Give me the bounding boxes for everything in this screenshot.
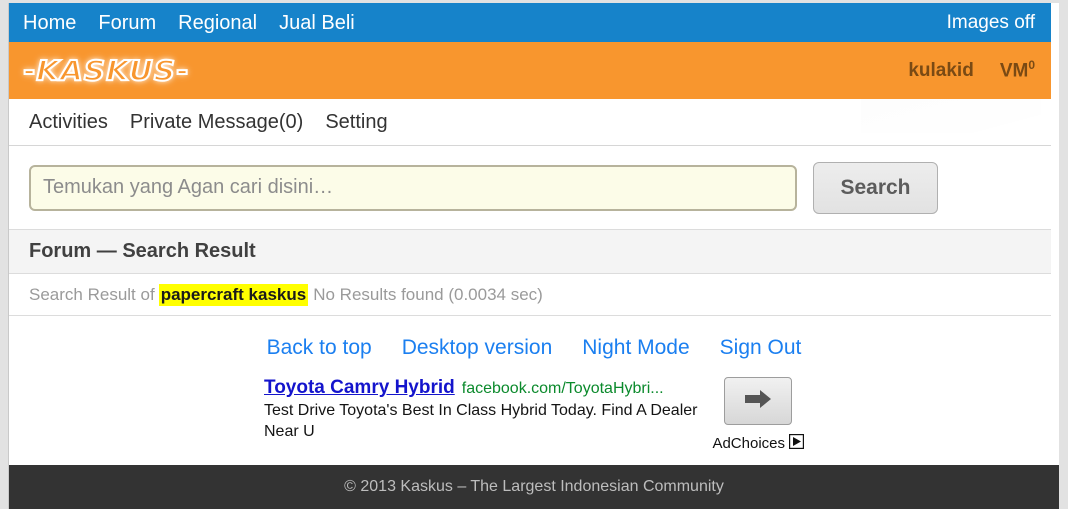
ad-text-column: Toyota Camry Hybrid facebook.com/ToyotaHy… <box>264 377 706 442</box>
ad-unit[interactable]: Toyota Camry Hybrid facebook.com/ToyotaHy… <box>264 377 805 453</box>
ad-title-link[interactable]: Toyota Camry Hybrid <box>264 377 455 398</box>
link-back-to-top[interactable]: Back to top <box>267 336 372 360</box>
ad-display-url: facebook.com/ToyotaHybri... <box>461 380 664 397</box>
search-keyword-highlight: papercraft kaskus <box>158 283 309 306</box>
search-button[interactable]: Search <box>813 161 938 214</box>
kaskus-logo[interactable]: -KASKUS- <box>22 53 189 87</box>
images-off-toggle[interactable]: Images off <box>947 12 1051 33</box>
link-sign-out[interactable]: Sign Out <box>720 336 802 360</box>
username-label[interactable]: kulakid <box>908 60 973 82</box>
adchoices-label: AdChoices <box>712 435 785 452</box>
search-result-summary: Search Result of papercraft kaskus No Re… <box>9 274 1051 316</box>
nav-item-forum[interactable]: Forum <box>98 13 156 33</box>
top-navigation-bar: Home Forum Regional Jual Beli Images off <box>9 3 1051 42</box>
top-nav-links: Home Forum Regional Jual Beli <box>23 13 947 33</box>
arrow-right-icon <box>743 388 773 415</box>
usernav-item-setting[interactable]: Setting <box>325 111 387 134</box>
nav-item-regional[interactable]: Regional <box>178 13 257 33</box>
usernav-item-activities[interactable]: Activities <box>29 111 108 134</box>
visitor-messages-link[interactable]: VM0 <box>1000 58 1035 82</box>
background-watermark <box>861 99 1041 133</box>
footer-link-row: Back to top Desktop version Night Mode S… <box>9 316 1059 360</box>
nav-item-home[interactable]: Home <box>23 13 76 33</box>
usernav-item-private-message[interactable]: Private Message(0) <box>130 111 303 134</box>
nav-item-jual-beli[interactable]: Jual Beli <box>279 13 355 33</box>
copyright-bar: © 2013 Kaskus – The Largest Indonesian C… <box>9 465 1059 509</box>
page-title: Forum — Search Result <box>9 230 1051 274</box>
search-input[interactable] <box>29 164 797 211</box>
link-night-mode[interactable]: Night Mode <box>582 336 689 360</box>
advertisement-region: Toyota Camry Hybrid facebook.com/ToyotaHy… <box>9 360 1059 453</box>
page-root: Home Forum Regional Jual Beli Images off… <box>8 3 1059 509</box>
result-prefix-text: Search Result of <box>29 284 155 304</box>
result-suffix-text: No Results found (0.0034 sec) <box>313 284 543 304</box>
adchoices-triangle-icon <box>788 433 805 453</box>
ad-headline-row: Toyota Camry Hybrid facebook.com/ToyotaHy… <box>264 377 706 399</box>
adchoices-control[interactable]: AdChoices <box>712 433 805 453</box>
ad-description: Test Drive Toyota's Best In Class Hybrid… <box>264 402 698 440</box>
ad-actions-column: AdChoices <box>712 377 805 453</box>
browser-viewport: Home Forum Regional Jual Beli Images off… <box>0 0 1068 509</box>
search-bar: Search <box>9 146 1051 230</box>
user-navigation-bar: Activities Private Message(0) Setting <box>9 99 1051 146</box>
brand-bar: -KASKUS- kulakid VM0 <box>9 42 1051 99</box>
kaskus-logo-text: KASKUS <box>35 53 177 87</box>
ad-cta-button[interactable] <box>724 377 793 425</box>
vm-label: VM <box>999 60 1029 82</box>
link-desktop-version[interactable]: Desktop version <box>402 336 553 360</box>
vm-count-badge: 0 <box>1028 58 1035 73</box>
